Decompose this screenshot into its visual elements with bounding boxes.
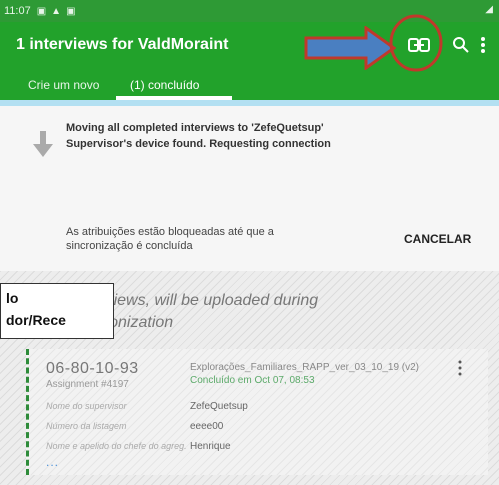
sync-status-text: Moving all completed interviews to 'Zefe…	[66, 122, 324, 134]
status-time: 11:07	[4, 5, 31, 17]
overlay-line2: dor/Rece	[6, 312, 66, 328]
page-title: 1 interviews for ValdMoraint	[16, 36, 229, 53]
field-value-supervisor: ZefeQuetsup	[190, 401, 248, 412]
warning-icon: ▲	[51, 5, 62, 17]
card-more-icon[interactable]	[457, 360, 463, 376]
search-icon[interactable]	[452, 36, 470, 54]
interview-status: Concluído em Oct 07, 08:53	[190, 375, 315, 386]
interview-id: 06-80-10-93	[46, 360, 139, 377]
field-label-supervisor: Nome do supervisor	[46, 401, 127, 411]
sync-connection-text: Supervisor's device found. Requesting co…	[66, 138, 331, 150]
assignment-number: Assignment #4197	[46, 379, 129, 390]
field-value-listing: eeee00	[190, 421, 224, 432]
lock-message-line1: As atribuições estão bloqueadas até que …	[66, 226, 274, 238]
upload-notice-line1: nterviews, will be uploaded during	[78, 292, 319, 309]
cancel-button[interactable]: CANCELAR	[404, 232, 471, 246]
more-vert-icon[interactable]	[480, 36, 486, 54]
card-more-dots[interactable]: ...	[46, 455, 59, 469]
annotation-arrow	[304, 26, 396, 70]
tab-create-new[interactable]: Crie um novo	[28, 78, 99, 92]
field-label-household-head: Nome e apelido do chefe do agreg.	[46, 441, 187, 451]
overlay-line1: lo	[6, 290, 19, 306]
lock-message-line2: sincronização é concluída	[66, 240, 193, 252]
overlay-label-box: lo dor/Rece	[0, 283, 114, 339]
gallery-icon: ▣	[36, 5, 47, 17]
questionnaire-name: Explorações_Familiares_RAPP_ver_03_10_19…	[190, 362, 420, 373]
field-value-household-head: Henrique	[190, 441, 231, 452]
download-arrow-icon	[33, 131, 53, 157]
signal-icon: ◢	[485, 4, 493, 15]
tab-completed[interactable]: (1) concluído	[130, 78, 199, 92]
annotation-circle	[389, 14, 443, 72]
image-icon: ▣	[66, 5, 76, 17]
field-label-listing: Número da listagem	[46, 421, 127, 431]
